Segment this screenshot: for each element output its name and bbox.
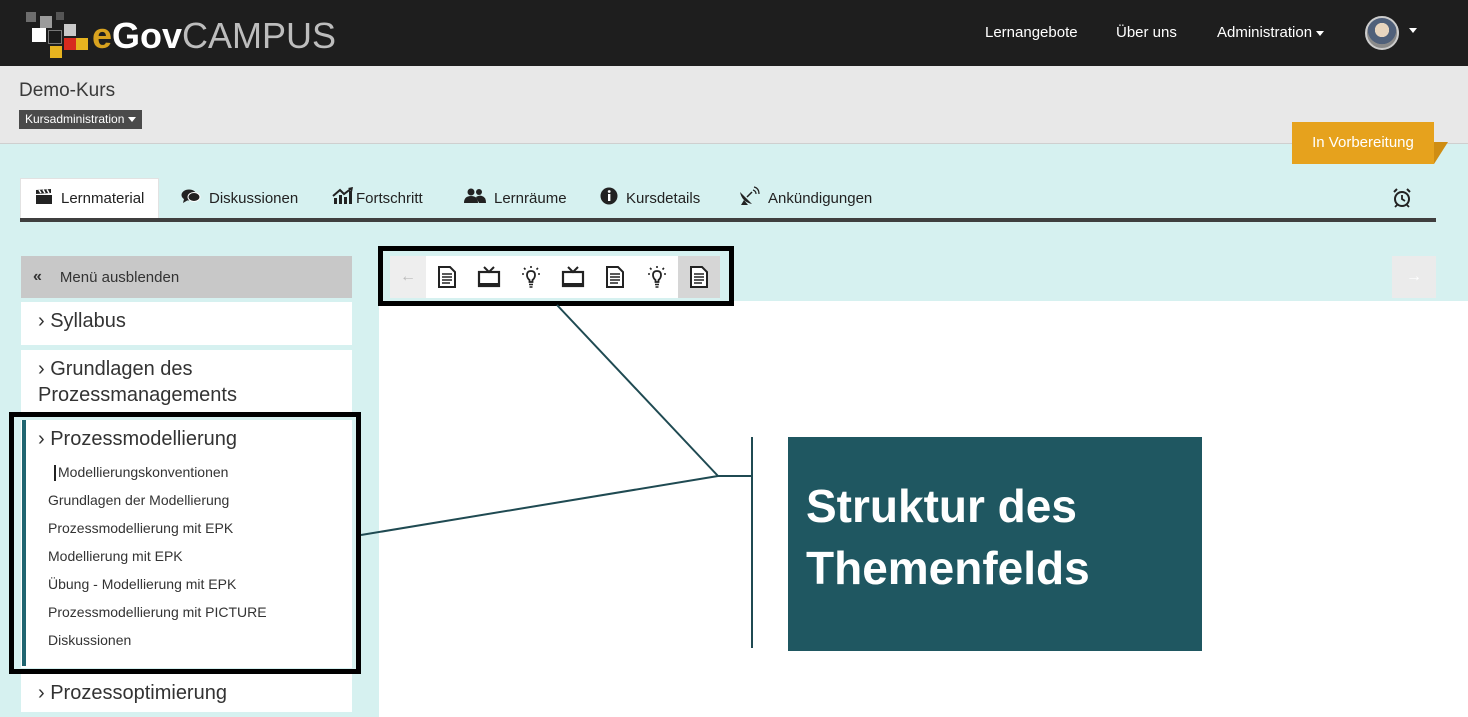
status-badge: In Vorbereitung [1292,122,1434,164]
brand-campus: CAMPUS [182,15,337,56]
course-header: Demo-Kurs Kursadministration [0,66,1468,144]
avatar[interactable] [1365,16,1399,50]
hide-menu-label: Menü ausblenden [59,268,180,286]
course-tabs: Lernmaterial Diskussionen Fortschritt Le… [20,178,1436,222]
tab-fortschritt[interactable]: Fortschritt [332,178,423,218]
alarm-clock-icon[interactable] [1392,178,1412,218]
sidebar-item-syllabus[interactable]: › Syllabus [21,302,352,345]
tab-diskussionen[interactable]: Diskussionen [181,178,298,218]
course-admin-dropdown[interactable]: Kursadministration [19,110,143,129]
brand-gov: Gov [112,15,183,56]
hide-menu-button[interactable]: « Menü ausblenden [21,256,352,298]
sidebar-item-label: › Syllabus [38,310,126,332]
arrow-right-icon[interactable]: → [1392,256,1436,298]
annotation-box-itembar [378,246,734,306]
tab-lernraeume[interactable]: Lernräume [464,178,567,218]
logo-icon[interactable] [26,12,88,58]
callout-line-2: Themenfelds [806,542,1090,594]
brand-name[interactable]: eGovCAMPUS [92,14,336,58]
annotation-callout: Struktur des Themenfelds [788,437,1202,651]
comments-icon [181,188,201,208]
users-icon [464,188,486,208]
satellite-dish-icon [738,186,760,210]
nav-lernangebote[interactable]: Lernangebote [985,24,1078,42]
tab-label: Diskussionen [209,189,299,207]
tab-label: Lernräume [494,189,567,207]
caret-down-icon[interactable] [1409,28,1417,33]
chart-icon [332,187,354,209]
tab-label: Fortschritt [356,189,423,207]
sidebar-item-label: › Prozessoptimierung [38,682,227,704]
tab-label: Ankündigungen [768,189,873,207]
callout-line-1: Struktur des [806,480,1077,532]
tab-ankuendigungen[interactable]: Ankündigungen [738,178,872,218]
nav-administration-label: Administration [1217,24,1313,41]
tab-lernmaterial[interactable]: Lernmaterial [20,178,160,218]
brand-e: e [92,15,113,56]
top-navbar: eGovCAMPUS Lernangebote Über uns Adminis… [0,0,1468,66]
tab-kursdetails[interactable]: Kursdetails [600,178,700,218]
course-title: Demo-Kurs [19,80,116,101]
tab-label: Lernmaterial [61,190,145,207]
annotation-box-sidebar [9,412,361,674]
sidebar-item-label: › Grundlagen des Prozessmanagements [38,358,237,406]
nav-administration[interactable]: Administration [1217,24,1325,42]
caret-down-icon [1316,30,1325,36]
double-chevron-left-icon: « [33,268,42,285]
tab-label: Kursdetails [626,189,701,207]
caret-down-icon [128,117,137,123]
nav-ueber-uns[interactable]: Über uns [1116,24,1177,42]
info-icon [600,187,618,209]
clapperboard-icon [35,188,53,209]
status-badge-fold [1434,142,1448,164]
sidebar-item-grundlagen[interactable]: › Grundlagen des Prozessmanagements [21,350,352,413]
course-admin-label: Kursadministration [25,112,125,126]
sidebar-item-prozessoptimierung[interactable]: › Prozessoptimierung [21,674,352,712]
